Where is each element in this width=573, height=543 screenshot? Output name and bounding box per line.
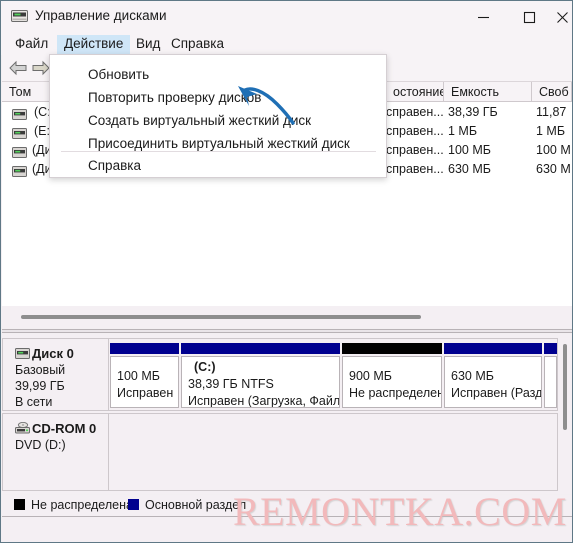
legend-swatch-primary [128,499,139,510]
title-bar: Управление дисками [1,1,572,33]
cell-capacity: 1 МБ [448,124,478,138]
back-arrow-icon[interactable] [8,60,28,76]
partition-status: Исправен (Разд [451,386,542,400]
partition-color-bar [342,343,442,354]
window-title: Управление дисками [35,8,167,23]
partition-color-bar [181,343,340,354]
partition-status: Исправен (Загрузка, Файл [188,394,340,408]
partition-body[interactable]: 900 МБ Не распределен [342,356,442,408]
disk-row-cdrom0[interactable]: CD-ROM 0 DVD (D:) [2,413,558,491]
cell-capacity: 630 МБ [448,162,491,176]
cell-free: 630 М [536,162,571,176]
minimize-button[interactable] [460,1,506,33]
disk-title-line: Диск 0 [15,346,108,362]
pointer-arrow-annotation [237,84,297,131]
disk-size: 39,99 ГБ [15,379,65,393]
column-header-capacity[interactable]: Емкость [444,82,532,102]
cell-capacity: 100 МБ [448,143,491,157]
legend-swatch-unallocated [14,499,25,510]
partition-body[interactable]: 100 МБ Исправен [110,356,179,408]
legend-bar: Не распределена Основной раздел [2,495,572,517]
menu-bar: Файл Действие Вид Справка [1,33,572,55]
drive-icon [12,166,27,177]
cell-free: 11,87 [536,105,567,119]
menu-separator [61,151,376,152]
menu-option-help[interactable]: Справка [50,155,386,178]
maximize-button[interactable] [506,1,552,33]
status-bar [2,517,572,542]
drive-icon [12,109,27,120]
partition-size: 100 МБ [117,369,160,383]
cell-free: 1 МБ [536,124,566,138]
menu-item-file[interactable]: Файл [8,35,55,54]
menu-option-rescan-disks[interactable]: Повторить проверку дисков [50,87,386,110]
vertical-scrollbar-thumb[interactable] [563,344,567,430]
disk-management-window: Управление дисками Файл Действие Вид Спр… [0,0,573,543]
menu-option-refresh[interactable]: Обновить [50,64,386,87]
cdrom-icon [15,421,30,434]
partition-color-bar [544,343,557,354]
disk-title-line: CD-ROM 0 [15,421,108,437]
disk-info-cdrom0: CD-ROM 0 DVD (D:) [3,414,109,490]
partition-extra[interactable] [544,343,557,409]
partition-color-bar [444,343,542,354]
cell-state: справен... [386,105,444,119]
panel-splitter[interactable] [2,329,572,333]
disk-type: Базовый [15,363,66,377]
menu-item-action[interactable]: Действие [57,35,131,54]
cell-state: справен... [386,162,444,176]
disk-info-disk0: Диск 0 Базовый 39,99 ГБ В сети [3,339,109,410]
partition-c[interactable]: (C:) 38,39 ГБ NTFS Исправен (Загрузка, Ф… [181,343,340,409]
action-dropdown-menu[interactable]: Обновить Повторить проверку дисков Созда… [49,54,387,178]
horizontal-scrollbar-thumb[interactable] [21,315,421,319]
partition-size: 38,39 ГБ NTFS [188,377,274,391]
disk-name: CD-ROM 0 [32,421,97,436]
partition-630mb[interactable]: 630 МБ Исправен (Разд [444,343,542,409]
disk-drive-icon [15,347,30,359]
legend-label-unallocated: Не распределена [31,498,133,512]
graphical-view-panel[interactable]: Диск 0 Базовый 39,99 ГБ В сети 100 МБ Ис… [2,334,572,494]
drive-icon [12,147,27,158]
disk-type: DVD (D:) [15,438,66,452]
menu-option-attach-vhd[interactable]: Присоединить виртуальный жесткий диск [50,133,386,156]
partition-label: (C:) [194,360,216,374]
partition-100mb[interactable]: 100 МБ Исправен [110,343,179,409]
partition-color-bar [110,343,179,354]
cell-state: справен... [386,124,444,138]
horizontal-scrollbar[interactable] [2,306,572,328]
menu-option-create-vhd[interactable]: Создать виртуальный жесткий диск [50,110,386,133]
partition-size: 900 МБ [349,369,392,383]
column-header-free[interactable]: Своб [532,82,572,102]
cell-capacity: 38,39 ГБ [448,105,498,119]
forward-arrow-icon[interactable] [31,60,51,76]
partition-status: Исправен [117,386,174,400]
partition-unallocated[interactable]: 900 МБ Не распределен [342,343,442,409]
menu-item-help[interactable]: Справка [164,35,231,54]
disk-name: Диск 0 [32,346,74,361]
partition-status: Не распределен [349,386,442,400]
column-header-state[interactable]: остояние [386,82,444,102]
partition-body[interactable] [544,356,557,408]
partition-size: 630 МБ [451,369,494,383]
disk-status: В сети [15,395,53,409]
cell-free: 100 М [536,143,571,157]
cell-state: справен... [386,143,444,157]
menu-item-view[interactable]: Вид [129,35,167,54]
disk-drive-icon [11,9,28,24]
legend-label-primary: Основной раздел [145,498,247,512]
partition-body[interactable]: (C:) 38,39 ГБ NTFS Исправен (Загрузка, Ф… [181,356,340,408]
drive-icon [12,128,27,139]
disk-row-disk0[interactable]: Диск 0 Базовый 39,99 ГБ В сети 100 МБ Ис… [2,338,558,411]
partition-body[interactable]: 630 МБ Исправен (Разд [444,356,542,408]
close-button[interactable] [552,1,572,33]
